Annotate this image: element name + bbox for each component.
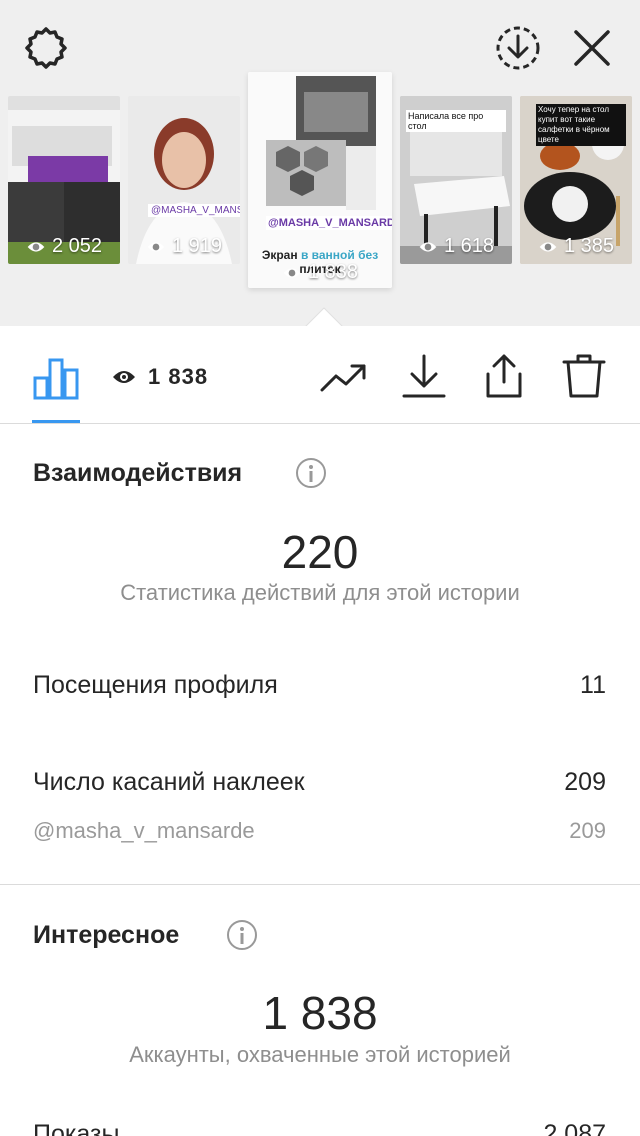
close-icon[interactable] bbox=[566, 22, 618, 74]
selection-pointer bbox=[304, 307, 344, 328]
promote-trend-icon[interactable] bbox=[320, 352, 368, 400]
insights-chart-icon[interactable] bbox=[32, 352, 80, 400]
sticker-taps-label: Число касаний наклеек bbox=[33, 768, 305, 796]
delete-trash-icon[interactable] bbox=[560, 352, 608, 400]
story-view-count: 1 838 bbox=[248, 261, 392, 284]
profile-visits-label: Посещения профиля bbox=[33, 671, 278, 699]
share-icon[interactable] bbox=[480, 352, 528, 400]
story-thumbnail[interactable]: Хочу тепер на стол купит вот такие салфе… bbox=[520, 96, 632, 264]
story-view-count: 1 618 bbox=[400, 235, 512, 258]
section-divider bbox=[0, 884, 640, 885]
info-icon[interactable] bbox=[226, 919, 258, 951]
interactions-total: 220 bbox=[281, 526, 359, 578]
story-tag: @MASHA_V_MANSARDE bbox=[148, 204, 240, 217]
sticker-mention-value: 209 bbox=[569, 818, 606, 843]
impressions-value: 2 087 bbox=[543, 1120, 606, 1136]
story-view-count: 2 052 bbox=[8, 235, 120, 258]
download-icon[interactable] bbox=[400, 352, 448, 400]
download-circle-icon[interactable] bbox=[492, 22, 544, 74]
story-view-count: 1 385 bbox=[520, 235, 632, 258]
discovery-total: 1 838 bbox=[262, 987, 378, 1039]
sticker-mention-label: @masha_v_mansarde bbox=[33, 818, 255, 843]
info-icon[interactable] bbox=[295, 457, 327, 489]
impressions-label: Показы bbox=[33, 1120, 120, 1136]
story-thumbnail[interactable]: @MASHA_V_MANSARDE 1 919 bbox=[128, 96, 240, 264]
story-thumbnail-selected[interactable]: @MASHA_V_MANSARDE Экран в ванной без плит… bbox=[248, 72, 392, 288]
interactions-subtitle: Статистика действий для этой истории bbox=[120, 580, 520, 605]
eye-icon bbox=[113, 371, 135, 383]
story-thumbnail[interactable]: 2 052 bbox=[8, 96, 120, 264]
story-caption: Написала все про стол bbox=[406, 110, 506, 132]
story-tag: @MASHA_V_MANSARDE bbox=[266, 216, 392, 230]
story-view-count: 1 919 bbox=[128, 235, 240, 258]
settings-gear-icon[interactable] bbox=[20, 22, 72, 74]
sticker-taps-value: 209 bbox=[564, 768, 606, 796]
profile-visits-value: 11 bbox=[580, 671, 606, 699]
discovery-title: Интересное bbox=[33, 921, 180, 949]
story-caption: Хочу тепер на стол купит вот такие салфе… bbox=[536, 104, 626, 146]
story-thumbnail[interactable]: Написала все про стол 1 618 bbox=[400, 96, 512, 264]
discovery-subtitle: Аккаунты, охваченные этой историей bbox=[129, 1042, 511, 1067]
active-tab-underline bbox=[32, 420, 80, 423]
viewers-count[interactable]: 1 838 bbox=[112, 364, 208, 390]
story-toolbar: 1 838 bbox=[0, 326, 640, 424]
interactions-title: Взаимодействия bbox=[33, 459, 243, 487]
